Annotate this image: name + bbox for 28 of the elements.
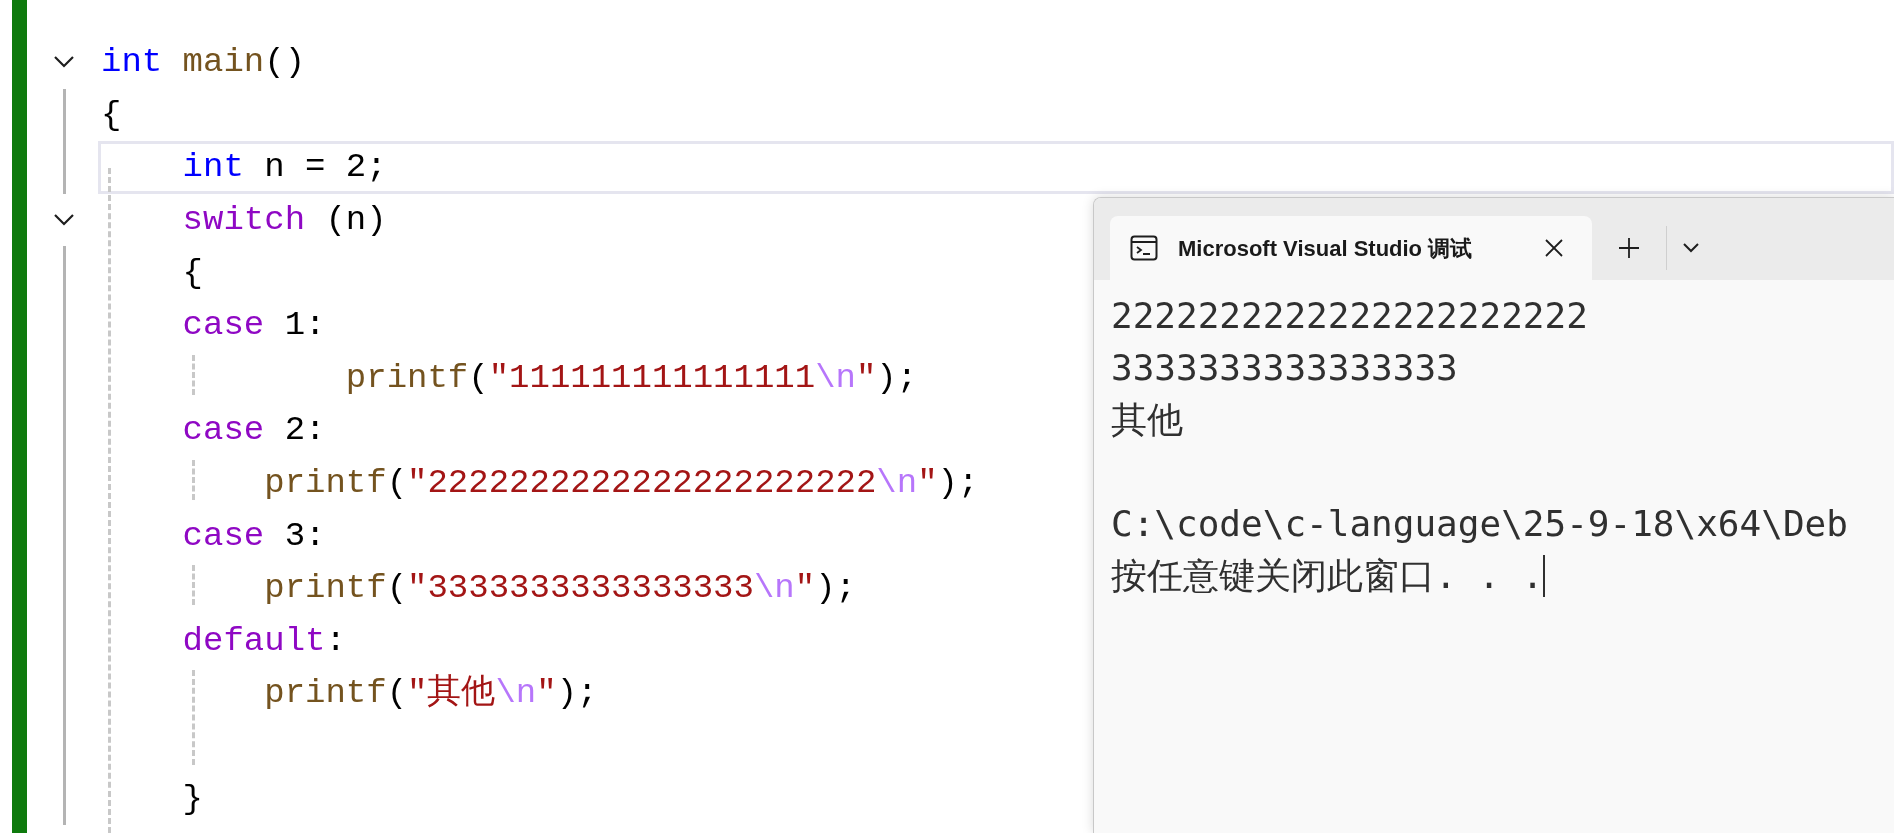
code-line: case 1: <box>181 305 326 346</box>
console-output-line: C:\code\c-language\25-9-18\x64\Deb <box>1111 502 1848 546</box>
code-line: printf("111111111111111\n"); <box>344 357 918 398</box>
close-icon <box>1545 239 1563 257</box>
chevron-down-icon <box>1682 242 1700 254</box>
code-line: int n = 2; <box>181 147 387 188</box>
terminal-tab[interactable]: Microsoft Visual Studio 调试 <box>1110 216 1592 280</box>
text-cursor <box>1543 555 1546 597</box>
terminal-icon <box>1130 235 1158 261</box>
console-output-line: 其他 <box>1111 398 1183 442</box>
code-line: switch (n) <box>181 200 387 241</box>
code-line: } <box>181 778 204 819</box>
console-output-line: 2222222222222222222222 <box>1111 294 1588 338</box>
console-output-line: 按任意键关闭此窗口. . . <box>1111 554 1544 598</box>
code-line: case 3: <box>181 515 326 556</box>
code-line: { <box>181 252 204 293</box>
code-line: printf("2222222222222222222222\n"); <box>263 463 979 504</box>
code-line: default: <box>181 620 346 661</box>
tab-title: Microsoft Visual Studio 调试 <box>1178 234 1473 263</box>
fold-chevron-icon[interactable] <box>53 55 75 70</box>
code-line: { <box>101 94 122 135</box>
fold-chevron-icon[interactable] <box>53 213 75 228</box>
code-line: printf("其他\n"); <box>263 673 598 714</box>
code-line: int main() <box>101 42 306 83</box>
plus-icon <box>1618 237 1640 259</box>
console-output-line: 3333333333333333 <box>1111 346 1458 390</box>
code-line: case 2: <box>181 410 326 451</box>
code-line: printf("3333333333333333\n"); <box>263 568 856 609</box>
